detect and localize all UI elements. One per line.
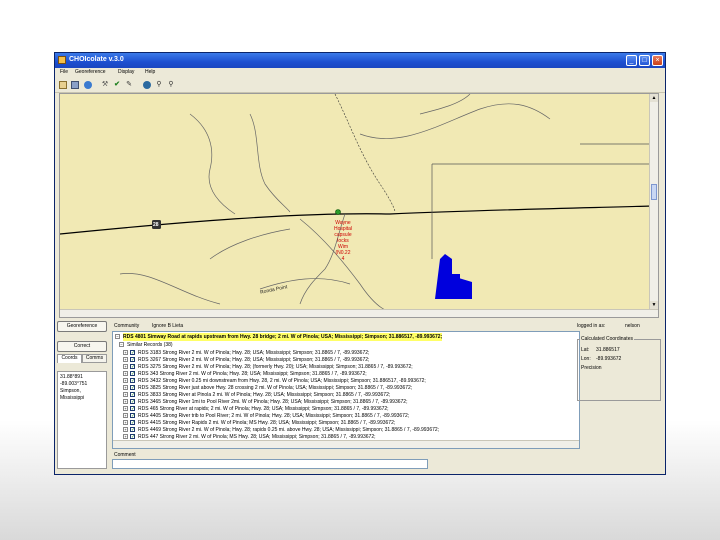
lon-label: Lon: [581, 356, 591, 362]
county-boundary [334, 94, 396, 213]
header-record-text: RDS 4801 Simway Road at rapids upstream … [123, 333, 443, 341]
left-panel: Georeference Correct Coords Comms 31.88°… [57, 321, 107, 471]
zoom-in-icon[interactable]: ⚲ [155, 81, 163, 89]
georeference-button[interactable]: Georeference [57, 321, 107, 332]
logged-in-user: nelson [625, 323, 640, 329]
row-checkbox[interactable]: ✓ [130, 378, 135, 384]
marker-text-line: 4 [341, 256, 345, 262]
map-canvas [60, 94, 652, 312]
highway-badge-label: 28 [153, 222, 159, 228]
menu-georeference[interactable]: Georeference [75, 69, 106, 75]
contour-line [209, 228, 291, 260]
menu-help[interactable]: Help [145, 69, 155, 75]
green-check-icon[interactable]: ✔ [113, 81, 121, 89]
row-checkbox[interactable]: ✓ [130, 413, 135, 419]
group-title: Calculated Coordinates [580, 336, 634, 342]
tree-horizontal-scrollbar[interactable] [113, 440, 579, 448]
map-horizontal-scrollbar[interactable] [60, 309, 658, 317]
globe-icon[interactable] [84, 81, 92, 89]
comment-input[interactable] [112, 459, 428, 469]
expand-icon[interactable]: + [123, 378, 128, 383]
expand-icon[interactable]: + [123, 399, 128, 404]
expand-icon[interactable]: + [123, 357, 128, 362]
collapse-icon[interactable]: − [115, 334, 120, 339]
open-icon[interactable] [59, 81, 67, 89]
records-panel: Community Ignore B Lieta − RDS 4801 Simw… [112, 321, 580, 471]
expand-icon[interactable]: + [123, 427, 128, 432]
row-checkbox[interactable]: ✓ [130, 399, 135, 405]
row-checkbox[interactable]: ✓ [130, 364, 135, 370]
close-button[interactable]: × [652, 55, 663, 66]
maximize-button[interactable]: □ [639, 55, 650, 66]
map-vertical-scrollbar[interactable]: ▲ ▼ [649, 94, 658, 317]
expand-icon[interactable]: + [123, 364, 128, 369]
row-checkbox[interactable]: ✓ [130, 357, 135, 363]
lat-value: 31.886517 [596, 347, 620, 353]
coord-lon: -89.003°751 [60, 381, 88, 387]
tab-coords[interactable]: Coords [57, 354, 82, 363]
minimize-button[interactable]: _ [626, 55, 637, 66]
row-checkbox[interactable]: ✓ [130, 392, 135, 398]
expand-icon[interactable]: + [123, 420, 128, 425]
correct-button[interactable]: Correct [57, 341, 107, 352]
coord-lat: 31.88°891 [60, 374, 83, 380]
coord-county: Simpson, [60, 388, 81, 394]
lon-value: -89.993672 [596, 356, 622, 362]
row-checkbox[interactable]: ✓ [130, 427, 135, 433]
scroll-down-icon[interactable]: ▼ [650, 301, 658, 309]
row-checkbox[interactable]: ✓ [130, 350, 135, 356]
expand-icon[interactable]: + [123, 350, 128, 355]
calculated-coordinates-group: Calculated Coordinates Lat: 31.886517 Lo… [577, 336, 661, 401]
collapse-icon[interactable]: − [119, 342, 124, 347]
expand-icon[interactable]: + [123, 434, 128, 439]
expand-icon[interactable]: + [123, 385, 128, 390]
expand-icon[interactable]: + [123, 413, 128, 418]
row-checkbox[interactable]: ✓ [130, 434, 135, 440]
precision-label: Precision [581, 365, 602, 371]
menu-file[interactable]: File [60, 69, 68, 75]
comment-label: Comment [114, 452, 136, 458]
coords-tabs: Coords Comms [57, 354, 107, 364]
expand-icon[interactable]: + [123, 406, 128, 411]
app-icon [58, 56, 66, 64]
app-window: CHOIcolate v.3.0 _ □ × File Georeference… [54, 52, 666, 475]
toolbar: ⚒ ✔ ✎ ⚲ ⚲ [55, 78, 665, 93]
lat-label: Lat: [581, 347, 590, 353]
row-checkbox[interactable]: ✓ [130, 385, 135, 391]
map-view[interactable]: 28 Wayne Hospital capsule locks Wim (N0.… [59, 93, 659, 318]
row-checkbox[interactable]: ✓ [130, 371, 135, 377]
community-label: Community [114, 323, 140, 329]
scroll-up-icon[interactable]: ▲ [650, 94, 658, 102]
save-icon[interactable] [71, 81, 79, 89]
community-value[interactable]: Ignore B Lieta [152, 323, 183, 329]
scroll-thumb[interactable] [651, 184, 657, 200]
contour-line [359, 103, 551, 139]
edit-icon[interactable]: ✎ [125, 81, 133, 89]
locality-label: Wayne Hospital capsule locks Wim (N0.22 … [328, 220, 358, 262]
records-tree[interactable]: − RDS 4801 Simway Road at rapids upstrea… [112, 331, 580, 449]
similar-records-label: Similar Records (38) [127, 342, 173, 348]
menu-display[interactable]: Display [118, 69, 134, 75]
tool-icon[interactable]: ⚒ [101, 81, 109, 89]
window-title: CHOIcolate v.3.0 [69, 56, 124, 63]
contour-line [189, 113, 236, 215]
logged-in-label: logged in as: [577, 323, 606, 329]
title-bar[interactable]: CHOIcolate v.3.0 _ □ × [55, 53, 665, 68]
locality-point[interactable] [335, 209, 341, 215]
expand-icon[interactable]: + [123, 371, 128, 376]
contour-line [249, 113, 291, 213]
zoom-out-icon[interactable]: ⚲ [167, 81, 175, 89]
coord-state: Mississippi [60, 395, 85, 401]
contour-line [119, 272, 221, 305]
tab-comms[interactable]: Comms [82, 354, 107, 363]
right-panel: logged in as: nelson Calculated Coordina… [577, 321, 663, 471]
info-icon[interactable] [143, 81, 151, 89]
row-checkbox[interactable]: ✓ [130, 406, 135, 412]
expand-icon[interactable]: + [123, 392, 128, 397]
row-checkbox[interactable]: ✓ [130, 420, 135, 426]
coords-box: 31.88°891 -89.003°751 Simpson, Mississip… [57, 371, 107, 469]
water-body [435, 254, 460, 299]
contour-line [419, 94, 471, 115]
menu-bar: File Georeference Display Help [55, 68, 665, 77]
